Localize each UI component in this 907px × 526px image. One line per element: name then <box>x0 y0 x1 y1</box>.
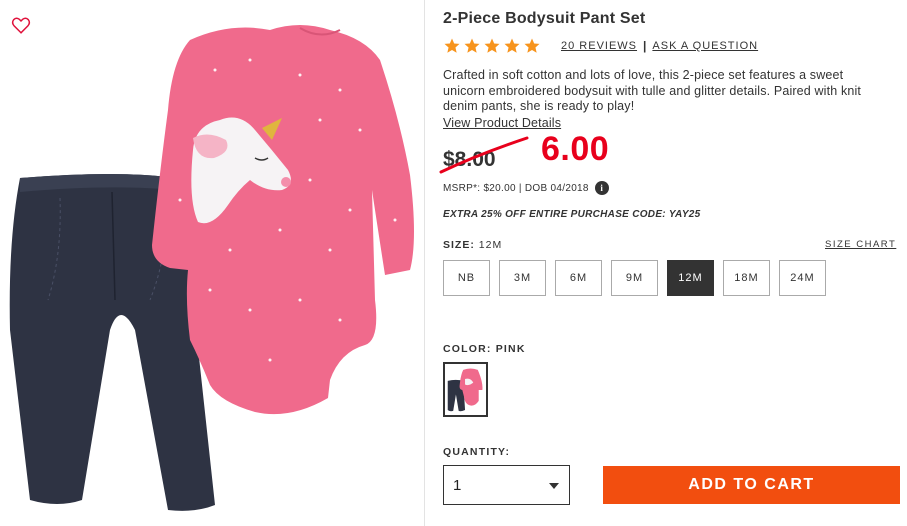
ask-question-link[interactable]: ASK A QUESTION <box>652 40 758 52</box>
size-option-nb[interactable]: NB <box>443 260 490 296</box>
size-option-24m[interactable]: 24M <box>779 260 826 296</box>
product-details: 2-Piece Bodysuit Pant Set 20 REVIEWS | A… <box>439 0 903 526</box>
quantity-value: 1 <box>453 476 462 494</box>
msrp-row: MSRP*: $20.00 | DOB 04/2018 i <box>443 181 609 195</box>
view-product-details-link[interactable]: View Product Details <box>443 116 561 130</box>
star-icon <box>484 38 500 53</box>
color-swatch-pink[interactable] <box>443 362 488 417</box>
size-chart-link[interactable]: SIZE CHART <box>825 239 896 250</box>
product-description: Crafted in soft cotton and lots of love,… <box>443 68 862 113</box>
star-icon <box>524 38 540 53</box>
separator: | <box>643 39 647 53</box>
star-rating <box>443 37 541 55</box>
swatch-thumbnail <box>447 368 483 412</box>
star-icon <box>504 38 520 53</box>
size-option-18m[interactable]: 18M <box>723 260 770 296</box>
size-option-3m[interactable]: 3M <box>499 260 546 296</box>
size-options: NB 3M 6M 9M 12M 18M 24M <box>443 260 826 296</box>
product-image-panel <box>0 0 425 526</box>
product-title: 2-Piece Bodysuit Pant Set <box>443 10 646 27</box>
msrp-text: MSRP*: $20.00 | DOB 04/2018 <box>443 182 589 194</box>
add-to-cart-button[interactable]: ADD TO CART <box>603 466 900 504</box>
star-icon <box>444 38 460 53</box>
size-option-9m[interactable]: 9M <box>611 260 658 296</box>
promo-text: EXTRA 25% OFF ENTIRE PURCHASE CODE: YAY2… <box>443 209 701 220</box>
size-label-text: SIZE: <box>443 239 475 251</box>
quantity-select[interactable]: 1 <box>443 465 570 505</box>
product-image[interactable] <box>0 0 425 526</box>
quantity-label: QUANTITY: <box>443 446 511 458</box>
size-selected-text: 12M <box>478 239 503 251</box>
star-icon <box>464 38 480 53</box>
caret-down-icon <box>549 483 559 489</box>
sale-price: 6.00 <box>541 130 610 168</box>
size-option-6m[interactable]: 6M <box>555 260 602 296</box>
color-label: COLOR: PINK <box>443 343 526 355</box>
reviews-link[interactable]: 20 REVIEWS <box>561 40 637 52</box>
size-option-12m[interactable]: 12M <box>667 260 714 296</box>
size-label: SIZE: 12M <box>443 239 502 251</box>
favorite-heart-icon[interactable] <box>10 14 32 36</box>
rating-row: 20 REVIEWS | ASK A QUESTION <box>443 36 758 56</box>
info-icon[interactable]: i <box>594 181 609 195</box>
original-price: $8.00 <box>443 148 496 171</box>
